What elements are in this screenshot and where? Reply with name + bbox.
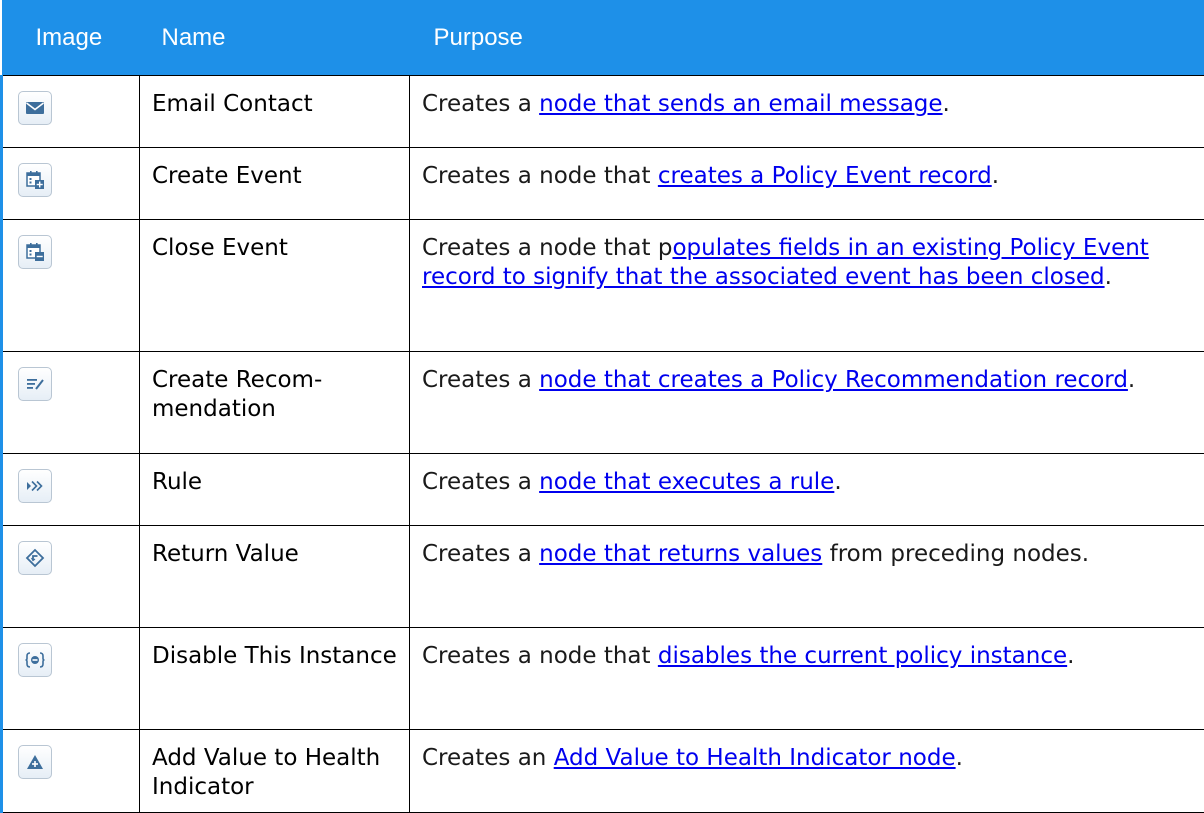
purpose-link[interactable]: node that returns values — [539, 541, 822, 567]
node-purpose: Creates a node that creates a Policy Eve… — [410, 148, 1204, 220]
image-cell — [2, 148, 140, 220]
email-icon — [18, 91, 52, 125]
purpose-link[interactable]: node that creates a Policy Recommendatio… — [539, 367, 1128, 393]
table-row: Add Value to Health Indicator Creates an… — [2, 730, 1204, 813]
health-indicator-icon — [18, 745, 52, 779]
node-name: Add Value to Health Indicator — [140, 730, 410, 813]
image-cell — [2, 76, 140, 148]
table-row: Create Event Creates a node that creates… — [2, 148, 1204, 220]
node-purpose: Creates a node that populates fields in … — [410, 220, 1204, 352]
node-name: Return Value — [140, 526, 410, 628]
purpose-link[interactable]: node that sends an email message — [539, 91, 942, 117]
table-row: Create Recom-mendation Creates a node th… — [2, 352, 1204, 454]
image-cell — [2, 730, 140, 813]
purpose-link[interactable]: node that executes a rule — [539, 469, 834, 495]
table-row: Return Value Creates a node that returns… — [2, 526, 1204, 628]
disable-instance-icon — [18, 643, 52, 677]
table-row: Close Event Creates a node that populate… — [2, 220, 1204, 352]
node-purpose: Creates a node that returns values from … — [410, 526, 1204, 628]
node-purpose: Creates a node that disables the current… — [410, 628, 1204, 730]
rule-icon — [18, 469, 52, 503]
header-name: Name — [140, 0, 410, 76]
image-cell — [2, 628, 140, 730]
image-cell — [2, 454, 140, 526]
image-cell — [2, 352, 140, 454]
purpose-link[interactable]: disables the current policy instance — [658, 643, 1067, 669]
close-event-icon — [18, 235, 52, 269]
node-purpose: Creates a node that executes a rule. — [410, 454, 1204, 526]
node-purpose: Creates a node that creates a Policy Rec… — [410, 352, 1204, 454]
image-cell — [2, 220, 140, 352]
node-purpose: Creates a node that sends an email messa… — [410, 76, 1204, 148]
image-cell — [2, 526, 140, 628]
create-event-icon — [18, 163, 52, 197]
table-header-row: Image Name Purpose — [2, 0, 1204, 76]
node-purpose: Creates an Add Value to Health Indicator… — [410, 730, 1204, 813]
return-value-icon — [18, 541, 52, 575]
header-image: Image — [2, 0, 140, 76]
purpose-link[interactable]: creates a Policy Event record — [658, 163, 992, 189]
policy-node-table: Image Name Purpose Email Contact Creates… — [0, 0, 1204, 813]
node-name: Create Event — [140, 148, 410, 220]
table-row: Rule Creates a node that executes a rule… — [2, 454, 1204, 526]
recommendation-icon — [18, 367, 52, 401]
node-name: Close Event — [140, 220, 410, 352]
node-name: Disable This Instance — [140, 628, 410, 730]
node-name: Create Recom-mendation — [140, 352, 410, 454]
table-row: Email Contact Creates a node that sends … — [2, 76, 1204, 148]
node-name: Rule — [140, 454, 410, 526]
purpose-link[interactable]: Add Value to Health Indicator node — [554, 745, 956, 771]
node-name: Email Contact — [140, 76, 410, 148]
header-purpose: Purpose — [410, 0, 1204, 76]
table-row: Disable This Instance Creates a node tha… — [2, 628, 1204, 730]
